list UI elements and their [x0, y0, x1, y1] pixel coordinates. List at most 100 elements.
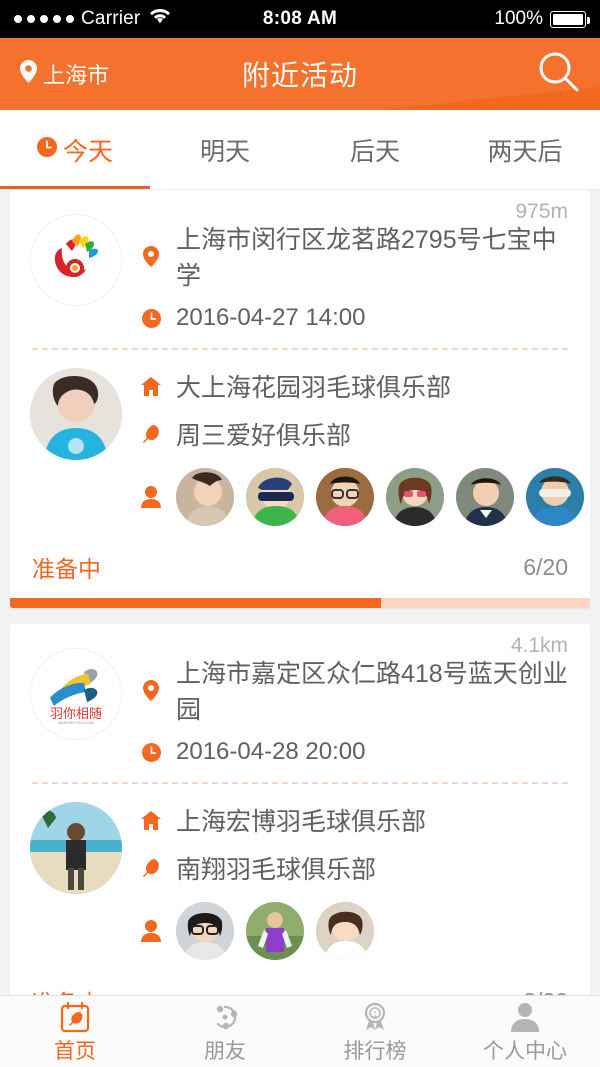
- svg-text:1: 1: [373, 1010, 378, 1019]
- svg-text:羽你相随: 羽你相随: [50, 706, 102, 721]
- venue-row: 上海宏博羽毛球俱乐部: [140, 802, 570, 838]
- location-pin-icon: [140, 679, 162, 701]
- activity-card[interactable]: 4.1km 羽你相随 BADMINTON CLUB 上海市嘉定区众仁路418号蓝…: [10, 624, 590, 995]
- battery-percent-label: 100%: [494, 8, 543, 29]
- tabbar-item-ranking[interactable]: 1 排行榜: [300, 996, 450, 1067]
- club-logo: [30, 214, 122, 306]
- tab-in-two-days-label: 两天后: [487, 137, 563, 166]
- capacity-progress-bar: [10, 598, 590, 608]
- member-avatars[interactable]: [176, 468, 584, 526]
- distance-label: 975m: [515, 200, 568, 223]
- member-avatar[interactable]: [316, 468, 374, 526]
- tab-active-indicator: [0, 186, 150, 189]
- status-bar: Carrier 8:08 AM 100%: [0, 0, 600, 38]
- tabbar-item-ranking-label: 排行榜: [343, 1039, 407, 1063]
- activity-card-footer: 准备中 3/20: [10, 974, 590, 996]
- activity-datetime: 2016-04-28 20:00: [176, 738, 366, 765]
- status-badge: 准备中: [32, 556, 101, 582]
- search-icon: [538, 51, 580, 98]
- location-pin-icon: [140, 245, 162, 267]
- status-bar-right: 100%: [494, 8, 590, 30]
- medal-icon: 1: [359, 999, 391, 1033]
- activity-address-row: 上海市闵行区龙茗路2795号七宝中学: [140, 220, 570, 292]
- club-meta: 上海宏博羽毛球俱乐部 南翔羽毛球俱乐部: [122, 802, 570, 960]
- member-avatar[interactable]: [246, 902, 304, 960]
- member-avatar[interactable]: [246, 468, 304, 526]
- day-tabs: 今天 明天 后天 两天后: [0, 110, 600, 190]
- tabbar-item-profile-label: 个人中心: [483, 1039, 567, 1063]
- club-row: 周三爱好俱乐部: [140, 416, 584, 452]
- home-icon: [140, 810, 162, 830]
- clock-icon: [140, 742, 162, 762]
- activity-meta: 上海市闵行区龙茗路2795号七宝中学 2016-04-27 14:00: [122, 214, 570, 332]
- venue-name: 大上海花园羽毛球俱乐部: [176, 374, 452, 402]
- member-avatar[interactable]: [176, 468, 234, 526]
- club-name: 南翔羽毛球俱乐部: [176, 856, 377, 884]
- activity-address-row: 上海市嘉定区众仁路418号蓝天创业园: [140, 654, 570, 726]
- tab-tomorrow-label: 明天: [199, 137, 250, 166]
- tabbar-item-profile[interactable]: 个人中心: [450, 996, 600, 1067]
- activity-datetime: 2016-04-27 14:00: [176, 304, 366, 331]
- clock-icon: [36, 135, 57, 164]
- activity-list[interactable]: 975m 上海市闵行区龙茗路2795号七宝中学 2016-04-27 14:00…: [0, 190, 600, 995]
- tab-in-two-days[interactable]: 两天后: [450, 110, 600, 189]
- member-avatar[interactable]: [316, 902, 374, 960]
- tab-tomorrow[interactable]: 明天: [150, 110, 300, 189]
- activity-card-body: 大上海花园羽毛球俱乐部 周三爱好俱乐部: [10, 350, 590, 540]
- member-avatar[interactable]: [526, 468, 584, 526]
- location-button[interactable]: 上海市: [20, 58, 109, 90]
- venue-name: 上海宏博羽毛球俱乐部: [176, 808, 427, 836]
- activity-card-header: 上海市闵行区龙茗路2795号七宝中学 2016-04-27 14:00: [10, 190, 590, 342]
- app-header: 上海市 附近活动: [0, 38, 600, 110]
- tabbar-item-home-label: 首页: [54, 1039, 96, 1063]
- shuttlecock-icon: [140, 424, 162, 444]
- club-row: 南翔羽毛球俱乐部: [140, 850, 570, 886]
- tab-day-after[interactable]: 后天: [300, 110, 450, 189]
- club-name: 周三爱好俱乐部: [176, 422, 352, 450]
- person-icon: [140, 920, 162, 942]
- activity-card-header: 羽你相随 BADMINTON CLUB 上海市嘉定区众仁路418号蓝天创业园 2…: [10, 624, 590, 776]
- calendar-shuttlecock-icon: [59, 999, 91, 1033]
- tabbar-item-friends[interactable]: 朋友: [150, 996, 300, 1067]
- members-row: [140, 902, 570, 960]
- distance-label: 4.1km: [510, 634, 568, 657]
- participant-count: 6/20: [523, 553, 568, 580]
- battery-full-icon: [550, 10, 590, 28]
- status-badge: 准备中: [32, 984, 101, 995]
- capacity-progress-fill: [10, 598, 382, 608]
- activity-address: 上海市嘉定区众仁路418号蓝天创业园: [176, 660, 568, 724]
- activity-time-row: 2016-04-28 20:00: [140, 738, 570, 766]
- host-avatar[interactable]: [30, 802, 122, 894]
- location-pin-icon: [20, 59, 37, 89]
- activity-card-body: 上海宏博羽毛球俱乐部 南翔羽毛球俱乐部: [10, 784, 590, 974]
- clock-icon: [140, 308, 162, 328]
- svg-text:BADMINTON CLUB: BADMINTON CLUB: [58, 720, 94, 725]
- friends-icon: [209, 999, 241, 1033]
- member-avatar[interactable]: [386, 468, 444, 526]
- member-avatar[interactable]: [176, 902, 234, 960]
- tabbar-item-home[interactable]: 首页: [0, 996, 150, 1067]
- home-icon: [140, 376, 162, 396]
- member-avatar[interactable]: [456, 468, 514, 526]
- participant-count: 3/20: [523, 988, 568, 996]
- activity-time-row: 2016-04-27 14:00: [140, 304, 570, 332]
- tab-today-label: 今天: [62, 137, 113, 166]
- shuttlecock-icon: [140, 858, 162, 878]
- tabbar-item-friends-label: 朋友: [204, 1039, 246, 1063]
- tab-today[interactable]: 今天: [0, 110, 150, 189]
- person-icon: [140, 486, 162, 508]
- host-avatar[interactable]: [30, 368, 122, 460]
- club-meta: 大上海花园羽毛球俱乐部 周三爱好俱乐部: [122, 368, 584, 526]
- app-screen: Carrier 8:08 AM 100% 上海市 附近活动 今天 明天 后天 两…: [0, 0, 600, 1067]
- member-avatars[interactable]: [176, 902, 374, 960]
- activity-card-footer: 准备中 6/20: [10, 540, 590, 598]
- tab-day-after-label: 后天: [349, 137, 400, 166]
- bottom-navigation: 首页 朋友 1 排行榜 个人中心: [0, 995, 600, 1067]
- venue-row: 大上海花园羽毛球俱乐部: [140, 368, 584, 404]
- activity-address: 上海市闵行区龙茗路2795号七宝中学: [176, 226, 557, 290]
- activity-meta: 上海市嘉定区众仁路418号蓝天创业园 2016-04-28 20:00: [122, 648, 570, 766]
- location-label: 上海市: [43, 63, 110, 88]
- search-button[interactable]: [538, 51, 580, 98]
- activity-card[interactable]: 975m 上海市闵行区龙茗路2795号七宝中学 2016-04-27 14:00…: [10, 190, 590, 608]
- club-logo: 羽你相随 BADMINTON CLUB: [30, 648, 122, 740]
